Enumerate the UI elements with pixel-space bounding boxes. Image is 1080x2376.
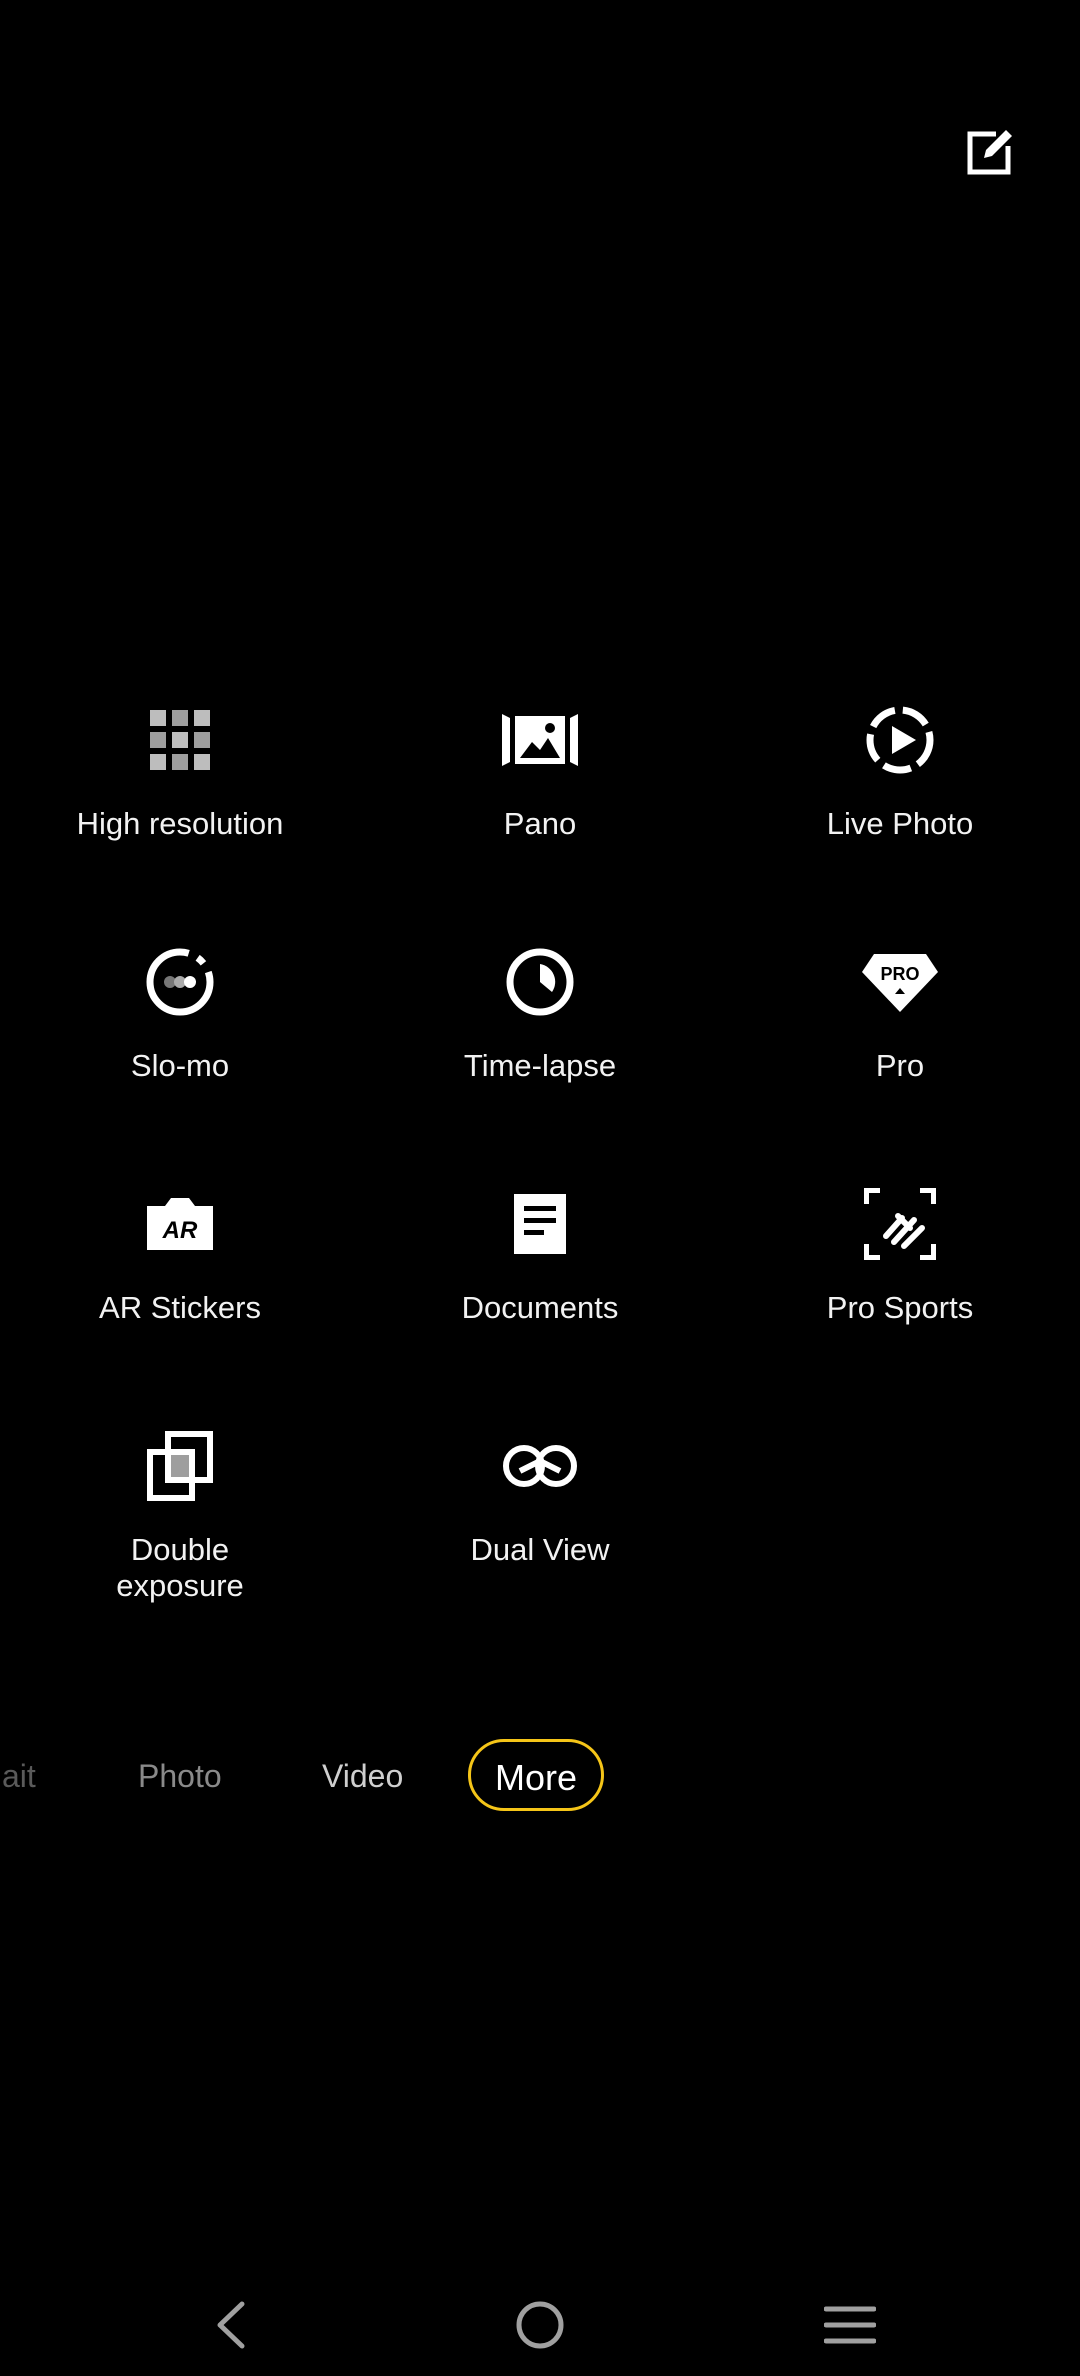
sports-focus-icon [860,1184,940,1264]
mode-label: Pano [503,806,577,841]
clock-icon [500,942,580,1022]
camera-mode-bar: ait Photo Video More [0,1739,1080,1820]
recent-apps-button[interactable] [805,2280,895,2370]
panorama-icon [500,700,580,780]
mode-label: Documents [461,1290,619,1325]
mode-pano[interactable]: Pano [360,680,720,922]
document-icon [500,1184,580,1264]
mode-label: Double exposure [116,1532,244,1603]
grid-dots-icon [140,700,220,780]
mode-label: High resolution [76,806,284,841]
mode-label: Time-lapse [463,1048,617,1083]
double-exposure-icon [140,1426,220,1506]
back-button[interactable] [185,2280,275,2370]
mode-label: Dual View [470,1532,610,1567]
mode-tab-portrait[interactable]: ait [2,1740,36,1812]
back-icon [217,2301,245,2349]
svg-text:AR: AR [162,1217,198,1244]
mode-dual-view[interactable]: Dual View [360,1406,720,1648]
live-photo-icon [860,700,940,780]
mode-live-photo[interactable]: Live Photo [720,680,1080,922]
mode-pro[interactable]: PRO Pro [720,922,1080,1164]
mode-label: Pro Sports [826,1290,974,1325]
edit-icon [967,130,1012,175]
mode-tab-photo[interactable]: Photo [138,1740,222,1812]
home-icon [516,2301,564,2349]
slow-motion-icon [140,942,220,1022]
mode-documents[interactable]: Documents [360,1164,720,1406]
mode-slo-mo[interactable]: Slo-mo [0,922,360,1164]
mode-ar-stickers[interactable]: AR AR Stickers [0,1164,360,1406]
mode-double-exposure[interactable]: Double exposure [0,1406,360,1648]
pro-badge-icon: PRO [860,942,940,1022]
mode-label: AR Stickers [99,1290,261,1325]
system-nav-bar [0,2270,1080,2370]
edit-modes-button[interactable] [950,112,1030,192]
mode-label: Pro [875,1048,925,1083]
mode-time-lapse[interactable]: Time-lapse [360,922,720,1164]
mode-label: Live Photo [826,806,974,841]
home-button[interactable] [495,2280,585,2370]
mode-pro-sports[interactable]: Pro Sports [720,1164,1080,1406]
mode-tab-video[interactable]: Video [322,1740,403,1812]
mode-label: Slo-mo [130,1048,230,1083]
mode-high-resolution[interactable]: High resolution [0,680,360,922]
mode-tab-more[interactable]: More [468,1739,605,1811]
dual-view-icon [500,1426,580,1506]
svg-text:PRO: PRO [880,964,919,984]
ar-camera-icon: AR [140,1184,220,1264]
more-modes-grid: High resolution Pano Live Photo Slo-mo T… [0,680,1080,1648]
menu-icon [824,2306,876,2344]
